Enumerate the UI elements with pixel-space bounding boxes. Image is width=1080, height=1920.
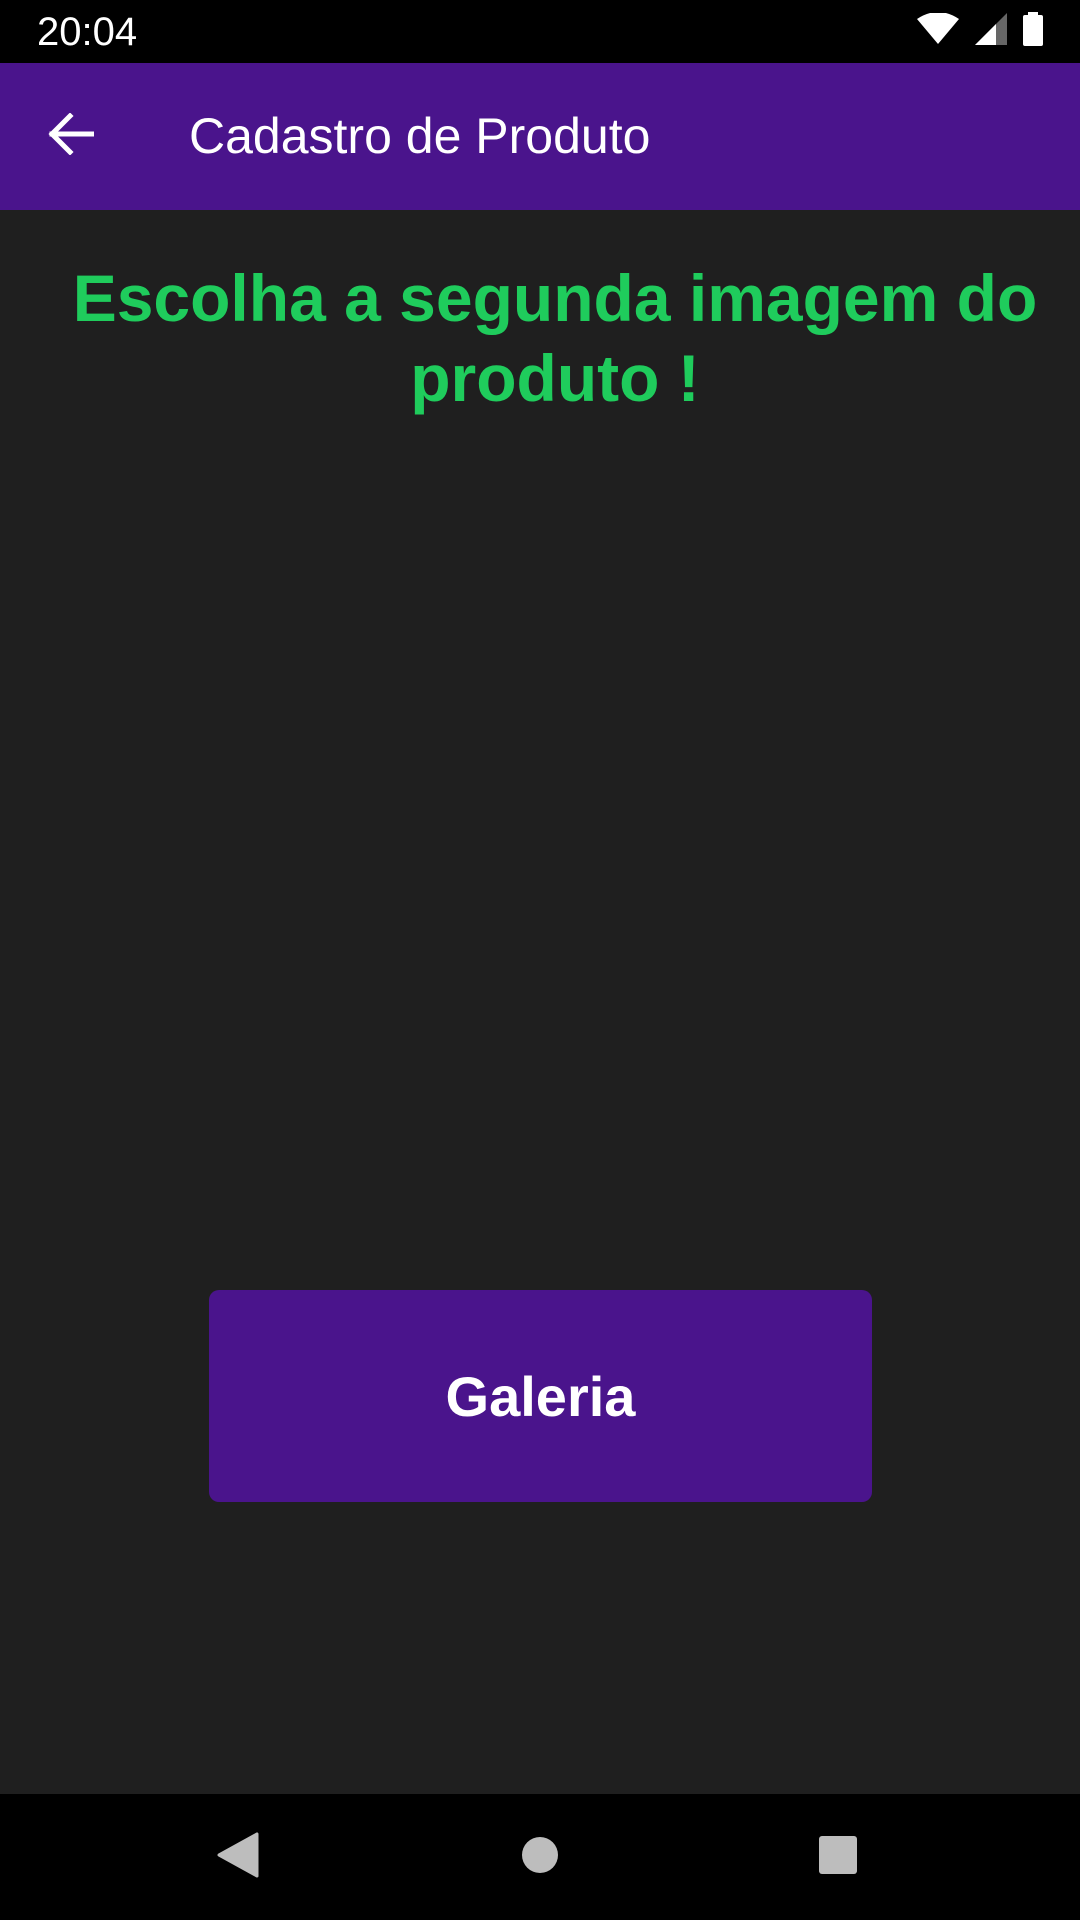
status-bar: 20:04 — [0, 0, 1080, 63]
recents-square-icon — [818, 1835, 858, 1880]
nav-back-button[interactable] — [198, 1817, 278, 1897]
arrow-back-icon — [48, 111, 95, 160]
gallery-button[interactable]: Galeria — [209, 1290, 872, 1502]
status-time: 20:04 — [37, 10, 138, 54]
status-icons — [916, 11, 1044, 51]
navigation-bar — [0, 1794, 1080, 1920]
page-title: Cadastro de Produto — [189, 108, 651, 164]
instruction-heading: Escolha a segunda imagem do produto ! — [72, 261, 1038, 415]
screen: 20:04 Cadastro de Produto Escolha a segu… — [0, 0, 1080, 1920]
wifi-icon — [916, 11, 960, 50]
back-triangle-icon — [217, 1832, 259, 1883]
home-circle-icon — [520, 1835, 560, 1880]
app-bar: Cadastro de Produto — [0, 63, 1080, 210]
battery-icon — [1022, 11, 1044, 51]
nav-home-button[interactable] — [500, 1817, 580, 1897]
cell-signal-icon — [974, 12, 1008, 51]
nav-recents-button[interactable] — [798, 1817, 878, 1897]
back-button[interactable] — [34, 99, 108, 173]
